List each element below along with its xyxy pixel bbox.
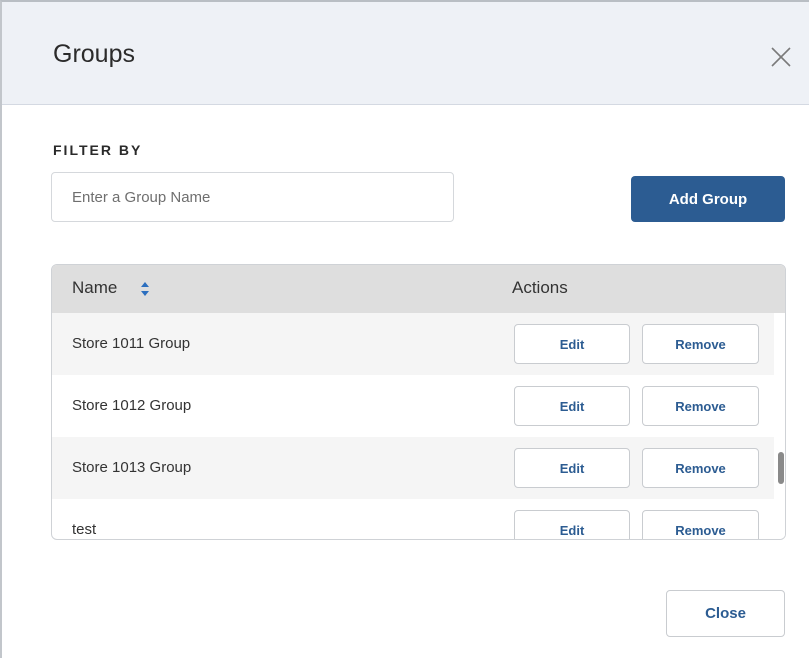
table-header: Name Actions [52,265,785,313]
edit-button[interactable]: Edit [514,448,630,488]
modal-header: Groups [2,2,809,105]
remove-button[interactable]: Remove [642,448,759,488]
column-header-name[interactable]: Name [72,278,117,298]
remove-button[interactable]: Remove [642,324,759,364]
table-row: test Edit Remove [52,499,774,539]
close-button[interactable]: Close [666,590,785,637]
filter-label: FILTER BY [53,142,143,158]
table-row: Store 1012 Group Edit Remove [52,375,774,437]
table-body: Store 1011 Group Edit Remove Store 1012 … [52,313,774,539]
close-icon[interactable] [770,46,792,68]
edit-button[interactable]: Edit [514,324,630,364]
sort-icon[interactable] [140,281,150,297]
groups-table: Name Actions Store 1011 Group Edit Remov… [51,264,786,540]
edit-button[interactable]: Edit [514,510,630,539]
edit-button[interactable]: Edit [514,386,630,426]
table-scrollbar[interactable] [776,313,785,539]
group-name-filter-input[interactable] [51,172,454,222]
group-name: Store 1011 Group [72,335,191,352]
table-row: Store 1011 Group Edit Remove [52,313,774,375]
remove-button[interactable]: Remove [642,510,759,539]
group-name: test [72,521,97,538]
modal-title: Groups [53,40,135,68]
group-name: Store 1012 Group [72,397,192,414]
scroll-thumb[interactable] [778,452,784,484]
column-header-actions: Actions [512,278,568,297]
group-name: Store 1013 Group [72,459,192,476]
groups-modal: Groups FILTER BY Add Group Name Actions … [0,0,809,658]
add-group-button[interactable]: Add Group [631,176,785,222]
remove-button[interactable]: Remove [642,386,759,426]
table-row: Store 1013 Group Edit Remove [52,437,774,499]
